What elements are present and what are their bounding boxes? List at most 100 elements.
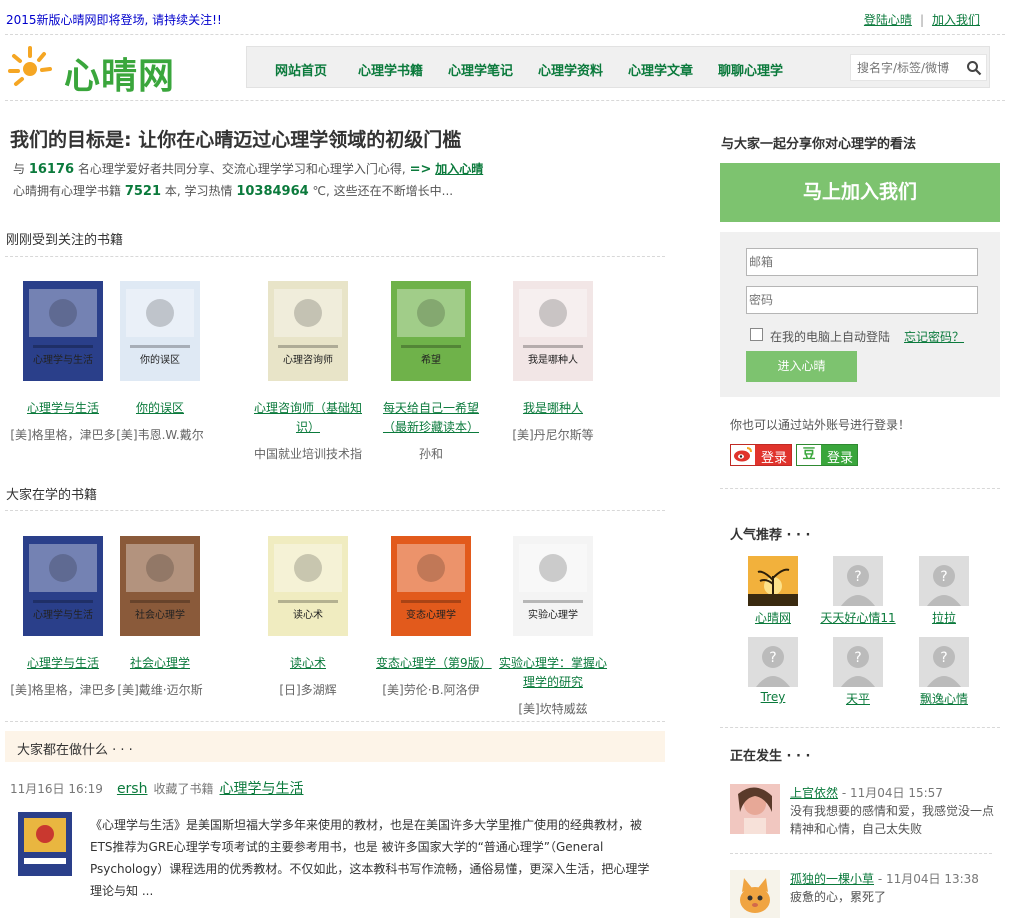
- top-bar: 2015新版心晴网即将登场, 请持续关注!! 登陆心晴 | 加入我们: [0, 0, 1010, 34]
- join-now-button[interactable]: 马上加入我们: [720, 163, 1000, 222]
- weibo-login-button[interactable]: 登录: [730, 444, 792, 466]
- book-cover[interactable]: 实验心理学: [513, 536, 593, 636]
- book-title-link[interactable]: 社会心理学: [105, 654, 215, 673]
- book-cover-image: 希望: [397, 289, 465, 366]
- book-author: [美]格里格，津巴多: [10, 683, 116, 697]
- book-cover-image: [18, 812, 72, 876]
- avatar[interactable]: [730, 784, 780, 834]
- book-cover[interactable]: 你的误区: [120, 281, 200, 381]
- book-cover[interactable]: 变态心理学: [391, 536, 471, 636]
- nav-home[interactable]: 网站首页: [275, 60, 327, 79]
- nav-materials[interactable]: 心理学资料: [538, 60, 603, 79]
- login-link[interactable]: 登陆心晴: [864, 13, 912, 27]
- book-cover-image: 你的误区: [126, 289, 194, 366]
- popular-user-name[interactable]: 天平: [818, 690, 898, 707]
- book-count: 7521: [124, 184, 162, 199]
- popular-user: ? 天平: [818, 637, 898, 707]
- sidebar-share-title: 与大家一起分享你对心理学的看法: [721, 137, 917, 152]
- book-title-link[interactable]: 变态心理学（第9版）: [376, 654, 492, 673]
- search-input[interactable]: [857, 58, 965, 78]
- book-cover-image: 心理学与生活: [29, 289, 97, 366]
- book-author: [美]戴维·迈尔斯: [117, 683, 203, 697]
- book-card: 我是哪种人 我是哪种人 [美]丹尼尔斯等: [498, 281, 608, 443]
- book-cover-image: 我是哪种人: [519, 289, 587, 366]
- cover-title: 希望: [421, 353, 441, 366]
- alt-login-hint: 你也可以通过站外账号进行登录！: [730, 418, 911, 432]
- forgot-password-link[interactable]: 忘记密码？: [904, 328, 964, 345]
- avatar[interactable]: ?: [833, 556, 883, 606]
- book-author: [美]丹尼尔斯等: [512, 428, 594, 442]
- popular-user-name[interactable]: 心晴网: [733, 609, 813, 626]
- cover-title: 社会心理学: [135, 608, 185, 621]
- feed-book-link[interactable]: 心理学与生活: [220, 781, 304, 797]
- nav-articles[interactable]: 心理学文章: [628, 60, 693, 79]
- book-title-link[interactable]: 读心术: [253, 654, 363, 673]
- main-nav: 网站首页 心理学书籍 心理学笔记 心理学资料 心理学文章 聊聊心理学: [246, 46, 990, 88]
- popular-user: ? 飘逸心情: [904, 637, 984, 707]
- feed-book-cover[interactable]: [18, 812, 72, 876]
- intro-text: 与: [13, 162, 26, 176]
- popular-user-name[interactable]: 天天好心情11: [818, 609, 898, 626]
- login-form: 在我的电脑上自动登陆 忘记密码？ 进入心晴: [720, 232, 1000, 397]
- avatar[interactable]: ?: [748, 637, 798, 687]
- popular-user-name[interactable]: 飘逸心情: [904, 690, 984, 707]
- popular-user: 心晴网: [733, 556, 813, 626]
- book-cover[interactable]: 心理学与生活: [23, 536, 103, 636]
- join-us-link[interactable]: 加入我们: [932, 13, 980, 27]
- email-field[interactable]: [746, 248, 978, 276]
- book-cover-image: 变态心理学: [397, 544, 465, 621]
- avatar[interactable]: ?: [919, 637, 969, 687]
- divider: [720, 488, 1000, 489]
- login-submit-button[interactable]: 进入心晴: [746, 351, 857, 382]
- popular-user-name[interactable]: Trey: [733, 690, 813, 704]
- book-title-link[interactable]: 心理咨询师（基础知识）: [253, 399, 363, 437]
- book-cover[interactable]: 心理学与生活: [23, 281, 103, 381]
- happening-user-link[interactable]: 孤独的一棵小草: [790, 872, 874, 886]
- book-cover[interactable]: 我是哪种人: [513, 281, 593, 381]
- book-title-link[interactable]: 我是哪种人: [498, 399, 608, 418]
- nav-notes[interactable]: 心理学笔记: [448, 60, 513, 79]
- book-cover[interactable]: 读心术: [268, 536, 348, 636]
- default-avatar-icon: ?: [748, 637, 798, 687]
- avatar[interactable]: [748, 556, 798, 606]
- avatar[interactable]: ?: [833, 637, 883, 687]
- nav-chat[interactable]: 聊聊心理学: [718, 60, 783, 79]
- book-cover[interactable]: 心理咨询师: [268, 281, 348, 381]
- kitten-photo-icon: [730, 870, 780, 918]
- join-xinqing-link[interactable]: 加入心晴: [435, 162, 483, 176]
- avatar[interactable]: [730, 870, 780, 918]
- book-title-link[interactable]: 你的误区: [105, 399, 215, 418]
- site-logo[interactable]: 心晴网: [8, 44, 188, 97]
- book-cover-image: 读心术: [274, 544, 342, 621]
- book-title-link[interactable]: 每天给自己一希望（最新珍藏读本）: [376, 399, 486, 437]
- weibo-icon: [731, 445, 755, 465]
- remember-checkbox[interactable]: [750, 328, 763, 341]
- nav-books[interactable]: 心理学书籍: [358, 60, 423, 79]
- intro-text: ℃, 这些还在不断增长中...: [312, 184, 454, 198]
- password-field[interactable]: [746, 286, 978, 314]
- book-author: 孙和: [418, 447, 443, 461]
- book-cover[interactable]: 希望: [391, 281, 471, 381]
- divider: [5, 510, 665, 511]
- happening-time: - 11月04日 15:57: [841, 786, 943, 800]
- popular-user-name[interactable]: 拉拉: [904, 609, 984, 626]
- book-title-link[interactable]: 心理学与生活: [8, 654, 118, 673]
- popular-title: 人气推荐 · · ·: [730, 528, 811, 543]
- book-card: 心理学与生活 心理学与生活 [美]格里格，津巴多: [8, 281, 118, 443]
- cover-title: 你的误区: [140, 353, 180, 366]
- cover-title: 心理学与生活: [33, 608, 93, 621]
- book-title-link[interactable]: 实验心理学：掌握心理学的研究: [498, 654, 608, 692]
- feed-user-link[interactable]: ersh: [117, 781, 148, 797]
- douban-login-button[interactable]: 豆 登录: [796, 444, 858, 466]
- feed-action: 收藏了书籍: [153, 782, 214, 796]
- avatar[interactable]: ?: [919, 556, 969, 606]
- book-author: [美]劳伦·B.阿洛伊: [382, 683, 480, 697]
- feed-description: 《心理学与生活》是美国斯坦福大学多年来使用的教材，也是在美国许多大学里推广使用的…: [90, 818, 650, 898]
- divider: [730, 853, 992, 854]
- happening-user-link[interactable]: 上官依然: [790, 786, 838, 800]
- book-title-link[interactable]: 心理学与生活: [8, 399, 118, 418]
- book-cover[interactable]: 社会心理学: [120, 536, 200, 636]
- search-icon[interactable]: [966, 60, 982, 76]
- douban-icon: 豆: [797, 445, 821, 465]
- feed-meta: 11月16日 16:19 ersh 收藏了书籍 心理学与生活: [10, 778, 304, 798]
